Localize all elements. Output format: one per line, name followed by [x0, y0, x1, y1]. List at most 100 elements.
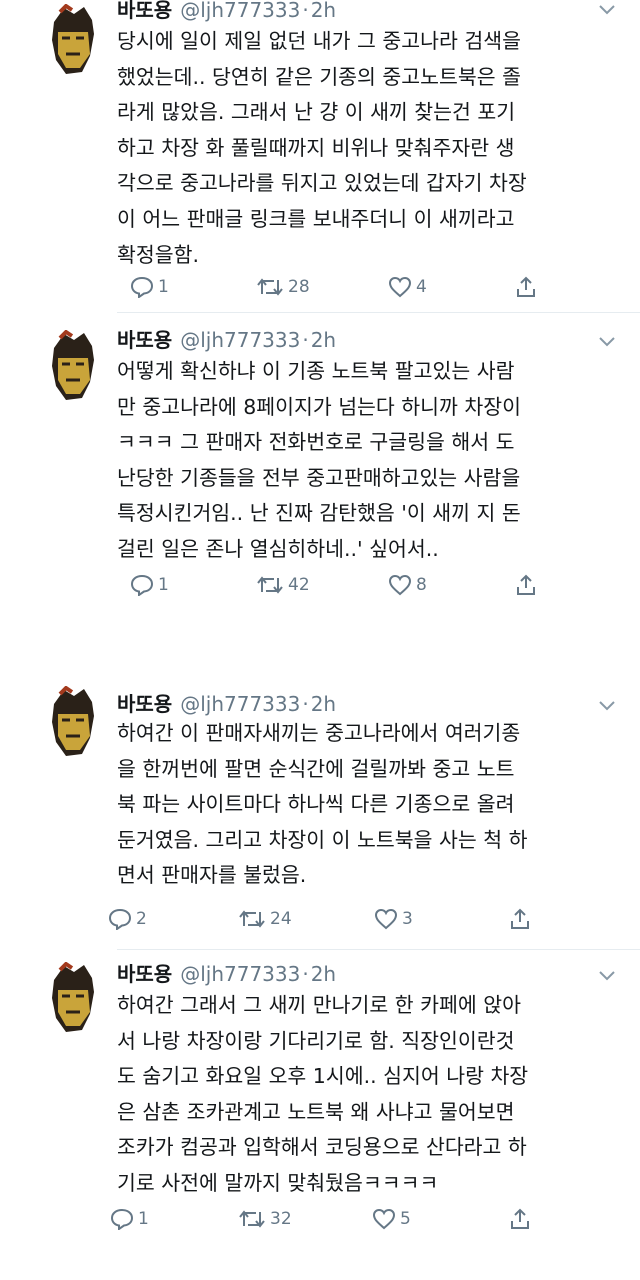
tweet-text-line: 만 중고나라에 8페이지가 넘는다 하니까 차장이	[117, 394, 521, 419]
heart-icon	[388, 276, 412, 298]
tweet-4[interactable]: 바또용 @ljh777333 · 2h 하여간 그래서 그 새끼 만나기로 한 …	[0, 952, 640, 1280]
share-icon	[508, 1207, 532, 1231]
timeline-panel-2: 바또용 @ljh777333 · 2h 하여간 이 판매자새끼는 중고나라에서 …	[0, 676, 640, 1280]
tweet-text: 하여간 이 판매자새끼는 중고나라에서 여러기종 을 한꺼번에 팔면 순식간에 …	[117, 716, 622, 894]
display-name[interactable]: 바또용	[117, 0, 172, 23]
reply-icon	[110, 1208, 134, 1230]
retweet-count: 24	[270, 909, 292, 929]
tweet-text-line: 각으로 중고나라를 뒤지고 있었는데 갑자기 차장	[117, 171, 527, 196]
like-button[interactable]: 4	[388, 272, 427, 302]
tweet-actions: 1 32 5	[110, 1204, 550, 1234]
tweet-text-line: 하고 차장 화 풀릴때까지 비위나 맞춰주자란 생	[117, 135, 515, 160]
reply-icon	[108, 908, 132, 930]
share-button[interactable]	[514, 272, 538, 302]
reply-count: 2	[136, 909, 147, 929]
tweet-text-line: 서 나랑 차장이랑 기다리기로 함. 직장인이란것	[117, 1028, 515, 1053]
avatar[interactable]	[44, 961, 102, 1036]
like-count: 3	[402, 909, 413, 929]
heart-icon	[372, 1208, 396, 1230]
separator-dot: ·	[302, 328, 309, 352]
heart-icon	[374, 908, 398, 930]
tweet-text-line: 확정을함.	[117, 242, 199, 267]
tweet-text-line: 북 파는 사이트마다 하나씩 다른 기종으로 올려	[117, 792, 515, 817]
user-handle[interactable]: @ljh777333	[180, 962, 300, 986]
share-button[interactable]	[508, 904, 532, 934]
retweet-button[interactable]: 28	[256, 272, 310, 302]
reply-button[interactable]: 2	[108, 904, 147, 934]
tweet-divider	[117, 312, 640, 313]
reply-count: 1	[138, 1209, 149, 1229]
tweet-text-line: 라게 많았음. 그래서 난 걍 이 새끼 찾는건 포기	[117, 100, 516, 125]
chevron-down-icon[interactable]	[596, 698, 618, 714]
like-button[interactable]: 3	[374, 904, 413, 934]
like-count: 5	[400, 1209, 411, 1229]
display-name[interactable]: 바또용	[117, 958, 172, 987]
user-handle[interactable]: @ljh777333	[180, 692, 300, 716]
tweet-text-line: 도 숨기고 화요일 오후 1시에.. 심지어 나랑 차장	[117, 1064, 529, 1089]
tweet-2[interactable]: 바또용 @ljh777333 · 2h 어떻게 확신하냐 이 기종 노트북 팔고…	[0, 318, 640, 612]
tweet-1[interactable]: 바또용 @ljh777333 · 2h 당시에 일이 제일 없던 내가 그 중고…	[0, 0, 640, 306]
separator-dot: ·	[302, 692, 309, 716]
tweet-text-line: 둔거였음. 그리고 차장이 이 노트북을 사는 척 하	[117, 827, 528, 852]
screenshot-gap	[0, 612, 640, 676]
tweet-text-line: 하여간 그래서 그 새끼 만나기로 한 카페에 앉아	[117, 993, 521, 1017]
reply-button[interactable]: 1	[130, 272, 169, 302]
reply-icon	[130, 276, 154, 298]
tweet-3[interactable]: 바또용 @ljh777333 · 2h 하여간 이 판매자새끼는 중고나라에서 …	[0, 676, 640, 946]
share-icon	[514, 573, 538, 597]
like-count: 4	[416, 277, 427, 297]
tweet-text-line: 하여간 이 판매자새끼는 중고나라에서 여러기종	[117, 721, 521, 745]
share-icon	[508, 907, 532, 931]
like-button[interactable]: 8	[388, 570, 427, 600]
reply-button[interactable]: 1	[110, 1204, 149, 1234]
like-button[interactable]: 5	[372, 1204, 411, 1234]
timestamp[interactable]: 2h	[311, 0, 336, 22]
share-button[interactable]	[508, 1204, 532, 1234]
reply-count: 1	[158, 575, 169, 595]
tweet-text-line: 난당한 기종들을 전부 중고판매하고있는 사람을	[117, 465, 521, 490]
avatar[interactable]	[44, 3, 102, 78]
chevron-down-icon[interactable]	[596, 2, 618, 18]
share-icon	[514, 275, 538, 299]
tweet-text-line: ㅋㅋㅋ 그 판매자 전화번호로 구글링을 해서 도	[117, 430, 515, 455]
separator-dot: ·	[302, 0, 309, 22]
retweet-count: 42	[288, 575, 310, 595]
tweet-text-line: 어떻게 확신하냐 이 기종 노트북 팔고있는 사람	[117, 359, 515, 383]
tweet-text-line: 이 어느 판매글 링크를 보내주더니 이 새끼라고	[117, 206, 515, 231]
timestamp[interactable]: 2h	[311, 962, 336, 986]
avatar[interactable]	[44, 685, 102, 760]
display-name[interactable]: 바또용	[117, 324, 172, 353]
like-count: 8	[416, 575, 427, 595]
tweet-text-line: 면서 판매자를 불렀음.	[117, 863, 307, 888]
retweet-icon	[256, 574, 284, 596]
tweet-text: 당시에 일이 제일 없던 내가 그 중고나라 검색을 했었는데.. 당연히 같은…	[117, 24, 622, 273]
retweet-icon	[238, 1208, 266, 1230]
avatar[interactable]	[44, 329, 102, 404]
tweet-header: 바또용 @ljh777333 · 2h	[117, 958, 336, 986]
tweet-text-line: 당시에 일이 제일 없던 내가 그 중고나라 검색을	[117, 29, 521, 53]
tweet-actions: 2 24 3	[108, 904, 550, 934]
retweet-button[interactable]: 42	[256, 570, 310, 600]
heart-icon	[388, 574, 412, 596]
chevron-down-icon[interactable]	[596, 334, 618, 350]
retweet-count: 28	[288, 277, 310, 297]
timestamp[interactable]: 2h	[311, 692, 336, 716]
tweet-text-line: 특정시킨거임.. 난 진짜 감탄했음 '이 새끼 지 돈	[117, 501, 521, 526]
chevron-down-icon[interactable]	[596, 968, 618, 984]
display-name[interactable]: 바또용	[117, 688, 172, 717]
tweet-header: 바또용 @ljh777333 · 2h	[117, 0, 336, 22]
tweet-text: 하여간 그래서 그 새끼 만나기로 한 카페에 앉아 서 나랑 차장이랑 기다리…	[117, 988, 622, 1202]
timestamp[interactable]: 2h	[311, 328, 336, 352]
reply-button[interactable]: 1	[130, 570, 169, 600]
user-handle[interactable]: @ljh777333	[180, 328, 300, 352]
user-handle[interactable]: @ljh777333	[180, 0, 300, 22]
retweet-button[interactable]: 24	[238, 904, 292, 934]
reply-count: 1	[158, 277, 169, 297]
retweet-count: 32	[270, 1209, 292, 1229]
retweet-icon	[238, 908, 266, 930]
tweet-header: 바또용 @ljh777333 · 2h	[117, 324, 336, 352]
tweet-actions: 1 28 4	[130, 272, 550, 302]
share-button[interactable]	[514, 570, 538, 600]
retweet-button[interactable]: 32	[238, 1204, 292, 1234]
retweet-icon	[256, 276, 284, 298]
